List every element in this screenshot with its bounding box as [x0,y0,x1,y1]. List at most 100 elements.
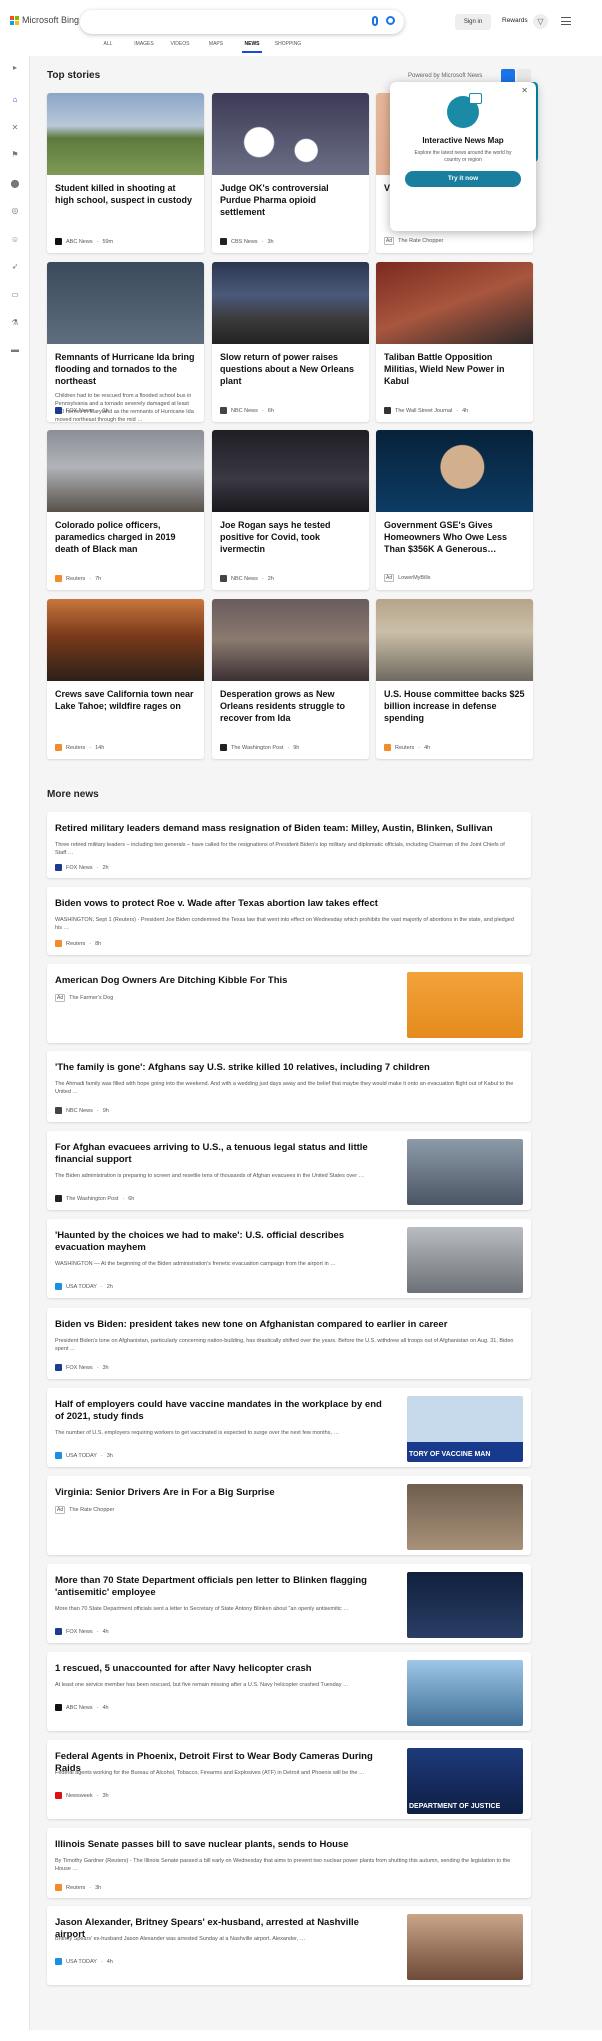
news-item[interactable]: Illinois Senate passes bill to save nucl… [47,1828,531,1898]
flag-icon[interactable]: ⚑ [10,150,20,160]
story-image[interactable] [212,430,369,512]
news-item[interactable]: 'Haunted by the choices we had to make':… [47,1219,531,1298]
news-title[interactable]: Biden vs Biden: president takes new tone… [55,1319,515,1331]
news-thumbnail[interactable] [407,1484,523,1550]
map-view-icon[interactable] [517,69,531,83]
story-title[interactable]: Taliban Battle Opposition Militias, Wiel… [376,344,533,387]
story-image[interactable] [47,430,204,512]
news-title[interactable]: More than 70 State Department officials … [55,1575,385,1599]
news-item[interactable]: 'The family is gone': Afghans say U.S. s… [47,1051,531,1122]
news-thumbnail[interactable] [407,1914,523,1980]
rewards-link[interactable]: Rewards [502,17,528,24]
story-image[interactable] [212,262,369,344]
film-icon[interactable]: ▭ [10,290,20,300]
story-title[interactable]: Desperation grows as New Orleans residen… [212,681,369,724]
news-title[interactable]: Biden vows to protect Roe v. Wade after … [55,898,515,910]
story-title[interactable]: Crews save California town near Lake Tah… [47,681,204,712]
news-title[interactable]: 'The family is gone': Afghans say U.S. s… [55,1062,515,1074]
story-title[interactable]: Colorado police officers, paramedics cha… [47,512,204,555]
try-it-now-button[interactable]: Try it now [405,171,521,187]
story-image[interactable] [212,599,369,681]
search-icon[interactable] [386,16,395,25]
story-card[interactable]: Joe Rogan says he tested positive for Co… [212,430,369,590]
news-item[interactable]: Biden vs Biden: president takes new tone… [47,1308,531,1379]
story-image[interactable] [376,430,533,512]
story-title[interactable]: U.S. House committee backs $25 billion i… [376,681,533,724]
expand-icon[interactable]: ▸ [10,63,20,73]
news-thumbnail[interactable] [407,1227,523,1293]
microsoft-logo-icon [10,15,19,25]
story-card[interactable]: U.S. House committee backs $25 billion i… [376,599,533,759]
story-card[interactable]: Slow return of power raises questions ab… [212,262,369,422]
story-image[interactable] [212,93,369,175]
rocket-icon[interactable]: ➶ [10,262,20,272]
news-description: WASHINGTON — At the beginning of the Bid… [55,1261,336,1267]
card-icon[interactable]: ▬ [10,345,20,355]
search-input[interactable] [80,10,404,34]
microphone-icon[interactable] [372,16,378,26]
menu-icon[interactable] [561,17,571,25]
story-image[interactable] [47,262,204,344]
story-title[interactable]: Remnants of Hurricane Ida bring flooding… [47,344,204,387]
news-title[interactable]: Retired military leaders demand mass res… [55,823,515,835]
story-card[interactable]: Crews save California town near Lake Tah… [47,599,204,759]
news-thumbnail[interactable] [407,972,523,1038]
news-item[interactable]: American Dog Owners Are Ditching Kibble … [47,964,531,1043]
news-thumbnail[interactable]: TORY OF VACCINE MAN [407,1396,523,1462]
news-item[interactable]: More than 70 State Department officials … [47,1564,531,1643]
story-card[interactable]: Remnants of Hurricane Ida bring flooding… [47,262,204,422]
news-title[interactable]: Illinois Senate passes bill to save nucl… [55,1839,515,1851]
news-title[interactable]: 'Haunted by the choices we had to make':… [55,1230,385,1254]
story-card[interactable]: Colorado police officers, paramedics cha… [47,430,204,590]
news-item[interactable]: Jason Alexander, Britney Spears' ex-husb… [47,1906,531,1985]
story-title[interactable]: Judge OK's controversial Purdue Pharma o… [212,175,369,218]
grid-view-icon[interactable] [501,69,515,83]
story-title[interactable]: Student killed in shooting at high schoo… [47,175,204,206]
news-item[interactable]: Half of employers could have vaccine man… [47,1388,531,1467]
discover-icon[interactable]: ✕ [10,123,20,133]
news-thumbnail[interactable] [407,1572,523,1638]
story-card[interactable]: Government GSE's Gives Homeowners Who Ow… [376,430,533,590]
story-title[interactable]: Joe Rogan says he tested positive for Co… [212,512,369,555]
home-icon[interactable]: ⌂ [10,95,20,105]
news-title[interactable]: For Afghan evacuees arriving to U.S., a … [55,1142,385,1166]
story-title[interactable]: Government GSE's Gives Homeowners Who Ow… [376,512,533,555]
news-title[interactable]: American Dog Owners Are Ditching Kibble … [55,975,385,987]
person-icon[interactable]: ☺ [10,235,20,245]
globe-icon[interactable]: ◎ [10,206,20,216]
nav-tab-all[interactable]: ALL [90,41,126,53]
story-card[interactable]: Taliban Battle Opposition Militias, Wiel… [376,262,533,422]
story-title[interactable]: Slow return of power raises questions ab… [212,344,369,387]
story-image[interactable] [47,93,204,175]
bing-logo[interactable]: Microsoft Bing [10,15,79,25]
close-icon[interactable]: ✕ [521,86,528,95]
nav-tab-news[interactable]: NEWS [242,41,262,53]
news-item[interactable]: For Afghan evacuees arriving to U.S., a … [47,1131,531,1210]
nav-tab-images[interactable]: IMAGES [126,41,162,53]
sign-in-button[interactable]: Sign in [455,14,491,30]
nav-tab-shopping[interactable]: SHOPPING [270,41,306,53]
lab-icon[interactable]: ⚗ [10,318,20,328]
publisher-logo-icon [55,1792,62,1799]
story-card[interactable]: Student killed in shooting at high schoo… [47,93,204,253]
news-item[interactable]: Federal Agents in Phoenix, Detroit First… [47,1740,531,1819]
story-card[interactable]: Desperation grows as New Orleans residen… [212,599,369,759]
news-title[interactable]: 1 rescued, 5 unaccounted for after Navy … [55,1663,385,1675]
story-image[interactable] [376,599,533,681]
story-card[interactable]: Judge OK's controversial Purdue Pharma o… [212,93,369,253]
nav-tab-maps[interactable]: MAPS [198,41,234,53]
news-item[interactable]: 1 rescued, 5 unaccounted for after Navy … [47,1652,531,1731]
news-thumbnail[interactable] [407,1660,523,1726]
news-item[interactable]: Retired military leaders demand mass res… [47,812,531,878]
trophy-icon[interactable]: ▽ [533,14,548,29]
news-title[interactable]: Half of employers could have vaccine man… [55,1399,385,1423]
news-item[interactable]: Biden vows to protect Roe v. Wade after … [47,887,531,955]
nav-tab-videos[interactable]: VIDEOS [162,41,198,53]
story-image[interactable] [47,599,204,681]
news-title[interactable]: Virginia: Senior Drivers Are in For a Bi… [55,1487,385,1499]
news-thumbnail[interactable]: DEPARTMENT OF JUSTICE [407,1748,523,1814]
story-image[interactable] [376,262,533,344]
news-thumbnail[interactable] [407,1139,523,1205]
location-icon[interactable]: ⬤ [10,179,20,189]
news-item[interactable]: Virginia: Senior Drivers Are in For a Bi… [47,1476,531,1555]
